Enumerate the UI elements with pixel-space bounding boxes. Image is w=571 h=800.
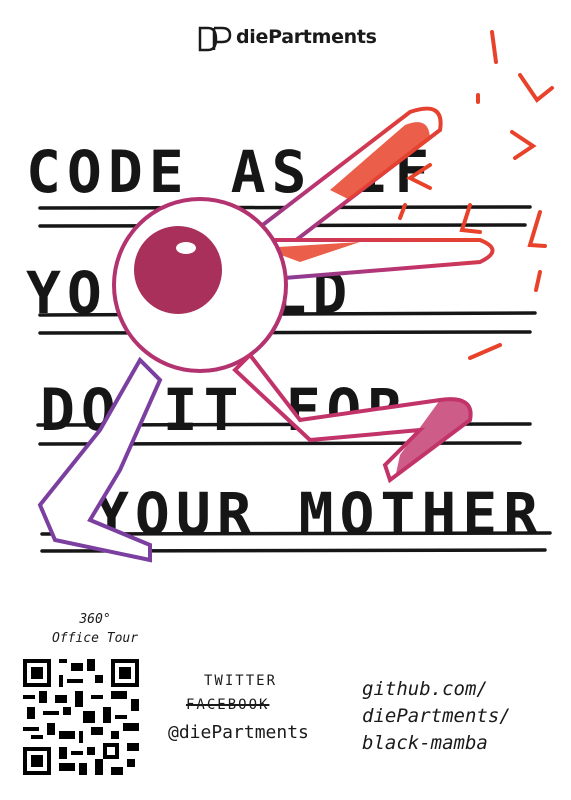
- twitter-label[interactable]: TWITTER: [204, 673, 277, 689]
- qr-code-icon[interactable]: [23, 659, 139, 775]
- office-tour-label: 360° Office Tour: [51, 612, 139, 646]
- facebook-label-struck: FACEBOOK: [186, 697, 270, 713]
- github-url[interactable]: github.com/ diePartments/ black-mamba: [362, 676, 511, 757]
- social-handle[interactable]: @diePartments: [168, 722, 309, 743]
- poster-artwork: CODE AS IF YO WOULD DO IT FOR YOUR MOTHE…: [0, 0, 571, 600]
- eye-creature-illustration: [37, 30, 554, 563]
